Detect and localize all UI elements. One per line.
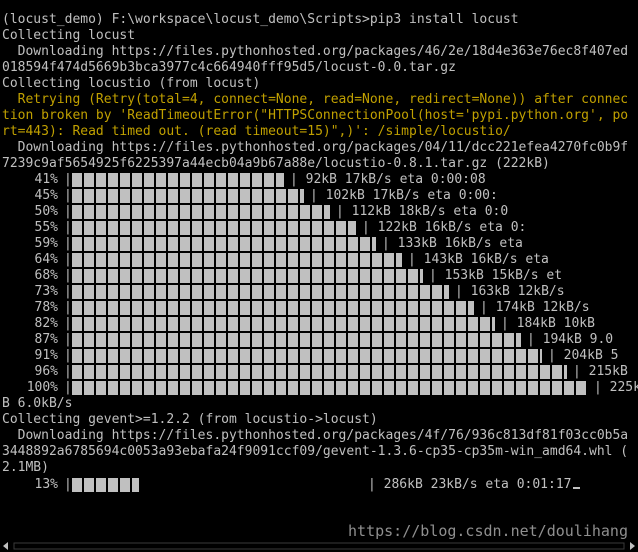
command-line: (locust_demo) F:\workspace\locust_demo\S…	[2, 12, 519, 28]
retry-warning-line: rt=443): Read timed out. (read timeout=1…	[2, 124, 511, 139]
progress-bar-start: |	[64, 477, 72, 492]
download-url-line: Downloading https://files.pythonhosted.o…	[2, 44, 629, 59]
progress-percent: 96%	[34, 364, 58, 379]
text-cursor	[572, 487, 580, 489]
progress-percent: 41%	[34, 172, 58, 187]
gevent-progress-bar: 13% | | 286kB 23kB/s eta 0:01:17	[0, 477, 638, 493]
progress-bar-start: |	[64, 252, 72, 267]
progress-stats: | 286kB 23kB/s eta 0:01:17	[368, 477, 580, 493]
progress-stats: | 112kB 18kB/s eta 0:0	[336, 204, 509, 219]
progress-bar-row: 41% | | 92kB 17kB/s eta 0:00:08	[0, 172, 638, 188]
retry-warning-line: tion broken by 'ReadTimeoutError("HTTPSC…	[2, 108, 629, 123]
progress-bar-fill	[72, 285, 449, 299]
progress-stats: | 204kB 5	[548, 348, 619, 363]
progress-stats: | 215kB	[573, 364, 628, 379]
progress-bar-fill	[72, 221, 356, 235]
progress-bar-row: 73% | | 163kB 12kB/s	[0, 284, 638, 300]
progress-bar-fill	[72, 205, 330, 219]
prompt: (locust_demo) F:\workspace\locust_demo\S…	[2, 12, 370, 27]
progress-bar-row: 68% | | 153kB 15kB/s et	[0, 268, 638, 284]
progress-bar-row: 82% | | 184kB 10kB	[0, 316, 638, 332]
progress-percent: 78%	[34, 300, 58, 315]
download-url-line: Downloading https://files.pythonhosted.o…	[2, 140, 629, 155]
progress-stats: | 143kB 16kB/s eta	[408, 252, 549, 267]
command-input[interactable]: pip3 install locust	[370, 12, 519, 27]
progress-bar-start: |	[64, 236, 72, 251]
progress-bar-row: 50% | | 112kB 18kB/s eta 0:0	[0, 204, 638, 220]
progress-bar-fill	[72, 301, 474, 315]
progress-bar-start: |	[64, 332, 72, 347]
progress-percent: 68%	[34, 268, 58, 283]
progress-percent: 91%	[34, 348, 58, 363]
retry-warning-line: Retrying (Retry(total=4, connect=None, r…	[2, 92, 629, 107]
progress-bar-fill	[72, 173, 284, 187]
progress-bar-fill	[72, 333, 521, 347]
progress-bar-start: |	[64, 268, 72, 283]
progress-stats: | 133kB 16kB/s eta	[382, 236, 523, 251]
progress-bar-fill	[72, 349, 542, 363]
progress-bar-row: 96% | | 215kB	[0, 364, 638, 380]
progress-bar-row: 64% | | 143kB 16kB/s eta	[0, 252, 638, 268]
progress-stats: | 92kB 17kB/s eta 0:00:08	[290, 172, 486, 187]
progress-bar-start: |	[64, 380, 72, 395]
download-url-line: Downloading https://files.pythonhosted.o…	[2, 428, 629, 443]
progress-percent: 64%	[34, 252, 58, 267]
progress-bar-fill	[72, 317, 495, 331]
progress-stats: | 184kB 10kB	[501, 316, 595, 331]
progress-percent: 45%	[34, 188, 58, 203]
progress-bar-row: 100% | | 225k	[0, 380, 638, 396]
progress-stats: | 225k	[594, 380, 638, 395]
progress-bar-row: 78% | | 174kB 12kB/s	[0, 300, 638, 316]
progress-bar-row: 55% | | 122kB 16kB/s eta 0:	[0, 220, 638, 236]
download-url-line: 7239c9af5654925f6225397a44ecb04a9b67a88e…	[2, 156, 550, 171]
progress-bar-fill	[72, 189, 304, 203]
output-line: B 6.0kB/s	[2, 396, 73, 411]
progress-bar-start: |	[64, 316, 72, 331]
progress-bar-fill	[72, 381, 588, 395]
progress-bar-start: |	[64, 220, 72, 235]
progress-bar-fill	[72, 253, 402, 267]
progress-stats: | 194kB 9.0	[527, 332, 614, 347]
terminal-window[interactable]: (locust_demo) F:\workspace\locust_demo\S…	[0, 0, 638, 552]
progress-bar-start: |	[64, 204, 72, 219]
progress-bar-fill	[72, 365, 567, 379]
progress-percent: 55%	[34, 220, 58, 235]
output-line: Collecting gevent>=1.2.2 (from locustio-…	[2, 412, 378, 427]
progress-stats: | 102kB 17kB/s eta 0:00:	[310, 188, 498, 203]
progress-stats: | 174kB 12kB/s	[480, 300, 590, 315]
progress-percent: 87%	[34, 332, 58, 347]
progress-bar-fill	[72, 478, 139, 492]
output-line: Collecting locustio (from locust)	[2, 76, 261, 91]
progress-bar-fill	[72, 237, 376, 251]
download-url-line: 3448892a6785694c0053a93ebafa24f9091ccf09…	[2, 444, 629, 459]
progress-bar-row: 59% | | 133kB 16kB/s eta	[0, 236, 638, 252]
download-url-line: 2.1MB)	[2, 460, 49, 475]
progress-stats: | 122kB 16kB/s eta 0:	[362, 220, 527, 235]
progress-percent: 82%	[34, 316, 58, 331]
progress-percent: 73%	[34, 284, 58, 299]
scrollbar-thumb[interactable]	[13, 542, 625, 550]
progress-bar-start: |	[64, 284, 72, 299]
progress-bar-fill	[72, 269, 423, 283]
progress-percent: 50%	[34, 204, 58, 219]
progress-bar-row: 45% | | 102kB 17kB/s eta 0:00:	[0, 188, 638, 204]
progress-percent: 100%	[26, 380, 58, 395]
progress-bar-start: |	[64, 348, 72, 363]
progress-bar-start: |	[64, 172, 72, 187]
progress-bar-start: |	[64, 364, 72, 379]
download-url-line: 018594f474d5669b3bca3977c4c664940fff95d5…	[2, 60, 456, 75]
watermark: https://blog.csdn.net/doulihang	[348, 522, 628, 540]
horizontal-scrollbar[interactable]	[0, 540, 638, 552]
progress-stats: | 163kB 12kB/s	[455, 284, 565, 299]
progress-stats-text: | 286kB 23kB/s eta 0:01:17	[368, 477, 572, 492]
progress-bar-start: |	[64, 300, 72, 315]
progress-bar-row: 87% | | 194kB 9.0	[0, 332, 638, 348]
output-line: Collecting locust	[2, 28, 136, 43]
progress-stats: | 153kB 15kB/s et	[429, 268, 563, 283]
progress-bar-start: |	[64, 188, 72, 203]
progress-percent: 59%	[34, 236, 58, 251]
progress-bar-row: 91% | | 204kB 5	[0, 348, 638, 364]
progress-percent: 13%	[34, 477, 58, 492]
